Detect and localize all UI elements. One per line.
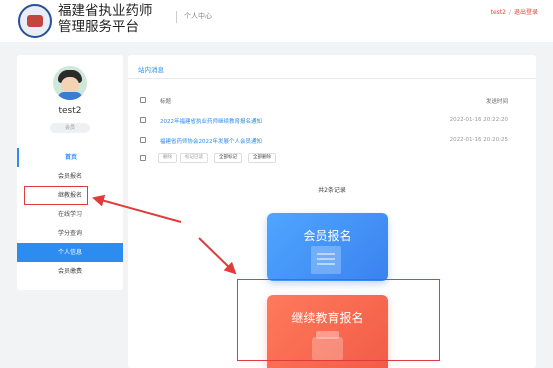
row-checkbox[interactable] bbox=[140, 137, 146, 143]
mark-all-button[interactable]: 全部标记 bbox=[214, 153, 242, 163]
highlight-box-education-card bbox=[237, 279, 440, 361]
sidebar-item-member-signup[interactable]: 会员报名 bbox=[17, 167, 123, 186]
mark-read-button[interactable]: 标记已读 bbox=[180, 153, 208, 163]
user-links-separator: / bbox=[508, 9, 511, 16]
header-divider bbox=[176, 11, 177, 23]
column-header-title: 标题 bbox=[160, 99, 172, 105]
record-count: 共2条记录 bbox=[318, 187, 346, 194]
member-signup-label: 会员报名 bbox=[303, 229, 352, 243]
section-label: 个人中心 bbox=[184, 12, 212, 20]
delete-button[interactable]: 删除 bbox=[158, 153, 177, 163]
message-row-time: 2022-01-16 20:20:25 bbox=[449, 137, 508, 143]
bulk-select-checkbox[interactable] bbox=[140, 155, 146, 161]
messages-title: 站内消息 bbox=[138, 66, 164, 74]
title-divider bbox=[128, 78, 536, 79]
document-icon bbox=[311, 246, 341, 274]
username-link[interactable]: test2 bbox=[491, 9, 506, 16]
highlight-box-education-nav bbox=[24, 186, 88, 205]
association-logo[interactable] bbox=[18, 4, 52, 38]
delete-all-button[interactable]: 全部删除 bbox=[248, 153, 276, 163]
member-signup-card[interactable]: 会员报名 bbox=[267, 213, 388, 281]
sidebar-username: test2 bbox=[58, 106, 82, 116]
avatar bbox=[53, 66, 87, 100]
sidebar-item-personal-info[interactable]: 个人信息 bbox=[17, 243, 123, 262]
sidebar-item-credit-query[interactable]: 学分查询 bbox=[17, 224, 123, 243]
message-row-title[interactable]: 2022年福建省执业药师继续教育报名通知 bbox=[160, 117, 262, 125]
sidebar-item-home[interactable]: 首页 bbox=[17, 148, 123, 167]
top-header: 福建省执业药师 管理服务平台 个人中心 test2/退出登录 bbox=[0, 0, 553, 42]
select-all-checkbox[interactable] bbox=[140, 97, 146, 103]
sidebar-nav: 首页 会员报名 继教报名 在线学习 学分查询 个人信息 会员缴费 bbox=[17, 148, 123, 281]
message-row-time: 2022-01-16 20:22:20 bbox=[449, 117, 508, 123]
avatar-shirt bbox=[58, 92, 82, 100]
site-title-line1: 福建省执业药师 bbox=[58, 3, 153, 19]
row-checkbox[interactable] bbox=[140, 117, 146, 123]
column-header-time: 发送时间 bbox=[485, 99, 508, 105]
site-title-line2: 管理服务平台 bbox=[58, 19, 139, 35]
avatar-face bbox=[61, 77, 79, 93]
logout-link[interactable]: 退出登录 bbox=[514, 9, 538, 16]
member-badge: 会员 bbox=[50, 123, 90, 133]
sidebar-item-member-fee[interactable]: 会员缴费 bbox=[17, 262, 123, 281]
sidebar-item-online-learning[interactable]: 在线学习 bbox=[17, 205, 123, 224]
user-links: test2/退出登录 bbox=[491, 7, 538, 16]
message-row-title[interactable]: 福建省药师协会2022年发展个人会员通知 bbox=[160, 137, 262, 145]
